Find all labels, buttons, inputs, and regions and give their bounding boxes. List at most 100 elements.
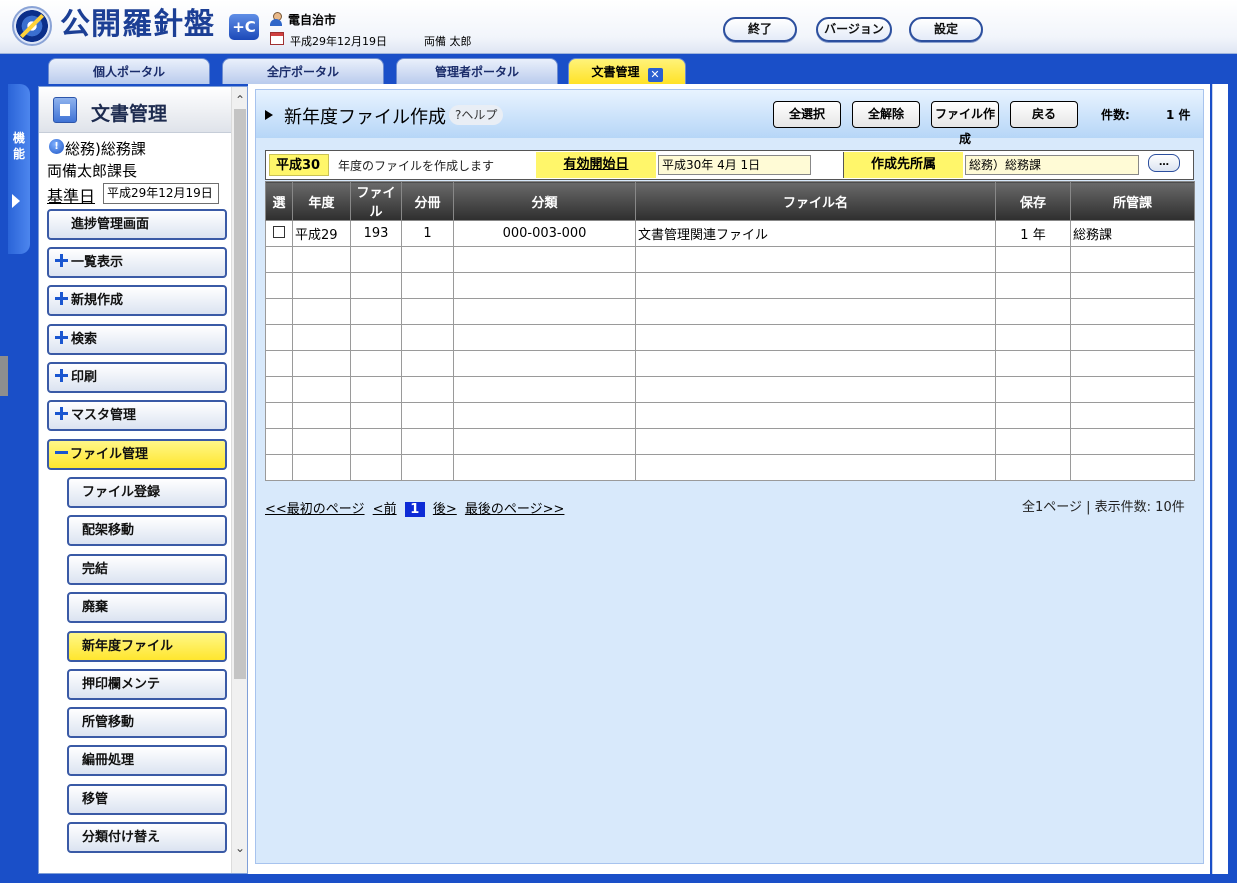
- table-cell: [1070, 350, 1195, 377]
- table-cell: [350, 272, 402, 299]
- next-page-link[interactable]: 後>: [433, 498, 457, 517]
- menu-file-management[interactable]: ファイル管理: [47, 439, 227, 470]
- table-row: [265, 324, 1195, 351]
- table-cell: 平成29: [292, 220, 351, 247]
- table-cell: [292, 298, 351, 325]
- select-cell[interactable]: [265, 376, 293, 403]
- prev-page-link[interactable]: <前: [373, 498, 397, 517]
- table-row: [265, 402, 1195, 429]
- menu-list-view[interactable]: 一覧表示: [47, 247, 227, 278]
- right-frame-edge: [1212, 84, 1228, 874]
- version-button[interactable]: バージョン: [816, 17, 892, 42]
- panel-splitter-handle[interactable]: [0, 356, 8, 396]
- select-cell[interactable]: [265, 220, 293, 247]
- submenu-complete[interactable]: 完結: [67, 554, 227, 585]
- user-title: 両備太郎課長: [47, 162, 138, 180]
- table-cell: [1070, 246, 1195, 273]
- table-cell: [350, 350, 402, 377]
- menu-label: ファイル管理: [70, 447, 149, 462]
- base-date-field[interactable]: 平成29年12月19日: [103, 183, 219, 204]
- table-header-row: 選 年度 ファイル 分冊 分類 ファイル名 保存 所管課: [265, 181, 1195, 221]
- select-cell[interactable]: [265, 350, 293, 377]
- calendar-icon: [270, 32, 284, 45]
- last-page-link[interactable]: 最後のページ>>: [465, 498, 565, 517]
- table-cell: [1070, 454, 1195, 481]
- settings-button[interactable]: 設定: [909, 17, 983, 42]
- table-cell: [635, 272, 996, 299]
- dept-picker-button[interactable]: …: [1148, 154, 1180, 172]
- submenu-label: 移管: [82, 792, 109, 807]
- user-icon: [270, 12, 282, 26]
- tab-label: 管理者ポータル: [434, 65, 519, 79]
- column-header: 分類: [453, 181, 636, 221]
- table-cell: [453, 428, 636, 455]
- tab-admin-portal[interactable]: 管理者ポータル: [396, 58, 558, 84]
- select-all-button[interactable]: 全選択: [773, 101, 841, 128]
- column-header: ファイル: [350, 181, 402, 221]
- select-cell[interactable]: [265, 324, 293, 351]
- menu-search[interactable]: 検索: [47, 324, 227, 355]
- table-cell: [401, 272, 454, 299]
- select-cell[interactable]: [265, 272, 293, 299]
- table-cell: 1: [401, 220, 454, 247]
- submenu-file-register[interactable]: ファイル登録: [67, 477, 227, 508]
- function-rail: 機能: [8, 84, 30, 874]
- submenu-dispose[interactable]: 廃棄: [67, 592, 227, 623]
- sidebar-title: 文書管理: [91, 103, 168, 125]
- select-cell[interactable]: [265, 402, 293, 429]
- create-file-button[interactable]: ファイル作成: [931, 101, 999, 146]
- submenu-shelf-move[interactable]: 配架移動: [67, 515, 227, 546]
- column-header: 保存: [995, 181, 1071, 221]
- table-cell: [1070, 272, 1195, 299]
- submenu-volume-processing[interactable]: 編冊処理: [67, 745, 227, 776]
- select-cell[interactable]: [265, 298, 293, 325]
- sidebar-scrollbar[interactable]: ⌃ ⌄: [231, 87, 247, 873]
- row-checkbox[interactable]: [273, 226, 285, 238]
- submenu-new-fiscal-file[interactable]: 新年度ファイル: [67, 631, 227, 662]
- menu-progress-screen[interactable]: 進捗管理画面: [47, 209, 227, 240]
- close-icon[interactable]: ✕: [647, 68, 663, 82]
- start-date-field[interactable]: 平成30年 4月 1日: [658, 155, 811, 175]
- target-dept-field[interactable]: 総務）総務課: [965, 155, 1139, 175]
- scroll-down-icon[interactable]: ⌄: [235, 841, 245, 855]
- table-cell: [401, 428, 454, 455]
- select-cell[interactable]: [265, 428, 293, 455]
- table-cell: [995, 350, 1071, 377]
- table-cell: [292, 376, 351, 403]
- submenu-jurisdiction-move[interactable]: 所管移動: [67, 707, 227, 738]
- table-cell: [292, 246, 351, 273]
- table-cell: [401, 402, 454, 429]
- help-link[interactable]: ?ヘルプ: [449, 105, 504, 125]
- function-rail-toggle[interactable]: 機能: [8, 84, 30, 254]
- tab-agency-portal[interactable]: 全庁ポータル: [222, 58, 384, 84]
- target-dept-label: 作成先所属: [843, 152, 963, 178]
- table-cell: [292, 324, 351, 351]
- submenu-transfer[interactable]: 移管: [67, 784, 227, 815]
- back-button[interactable]: 戻る: [1010, 101, 1078, 128]
- table-cell: [453, 272, 636, 299]
- table-cell: [635, 324, 996, 351]
- table-cell: [350, 402, 402, 429]
- submenu-reclassify[interactable]: 分類付け替え: [67, 822, 227, 853]
- tab-document-management[interactable]: 文書管理 ✕: [568, 58, 686, 84]
- table-cell: [401, 350, 454, 377]
- select-cell[interactable]: [265, 454, 293, 481]
- table-cell: [350, 376, 402, 403]
- tab-personal-portal[interactable]: 個人ポータル: [48, 58, 210, 84]
- start-date-label[interactable]: 有効開始日: [536, 152, 656, 178]
- tab-label: 全庁ポータル: [266, 65, 339, 79]
- base-date-label: 基準日: [47, 187, 96, 206]
- deselect-all-button[interactable]: 全解除: [852, 101, 920, 128]
- menu-label: マスタ管理: [71, 408, 137, 423]
- menu-print[interactable]: 印刷: [47, 362, 227, 393]
- first-page-link[interactable]: <<最初のページ: [265, 498, 365, 517]
- scrollbar-thumb[interactable]: [234, 109, 246, 679]
- table-cell: [995, 272, 1071, 299]
- scroll-up-icon[interactable]: ⌃: [235, 93, 245, 107]
- select-cell[interactable]: [265, 246, 293, 273]
- menu-master-management[interactable]: マスタ管理: [47, 400, 227, 431]
- table-cell: 総務課: [1070, 220, 1195, 247]
- submenu-seal-column-maint[interactable]: 押印欄メンテ: [67, 669, 227, 700]
- menu-new-create[interactable]: 新規作成: [47, 285, 227, 316]
- exit-button[interactable]: 終了: [723, 17, 797, 42]
